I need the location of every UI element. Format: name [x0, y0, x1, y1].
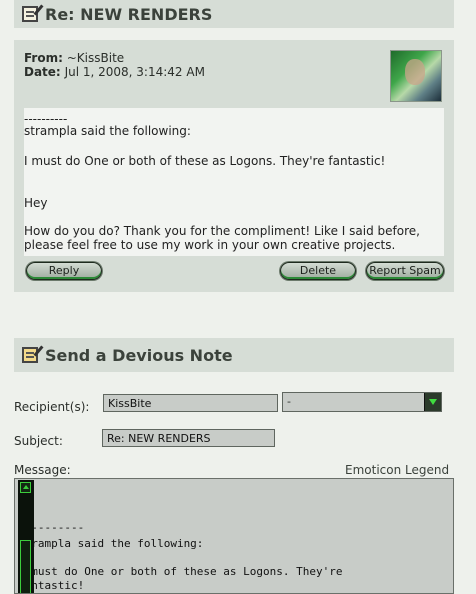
- emoticon-legend-link[interactable]: Emoticon Legend: [345, 463, 449, 477]
- body-line: Hey: [24, 196, 48, 210]
- from-row: From: ~KissBite: [24, 51, 124, 65]
- from-value[interactable]: ~KissBite: [67, 51, 124, 65]
- recipient-select[interactable]: -: [282, 392, 442, 412]
- from-label: From:: [24, 51, 63, 65]
- message-textarea[interactable]: ---------- strampla said the following: …: [14, 478, 454, 594]
- report-spam-button[interactable]: Report Spam: [366, 262, 444, 280]
- scrollbar[interactable]: [18, 480, 34, 593]
- date-label: Date:: [24, 65, 61, 79]
- chevron-down-icon[interactable]: [424, 393, 441, 411]
- scrollbar-thumb[interactable]: [20, 540, 31, 593]
- message-line: strampla said the following:: [18, 537, 204, 550]
- recipient-input[interactable]: KissBite: [103, 394, 278, 412]
- date-value: Jul 1, 2008, 3:14:42 AM: [64, 65, 205, 79]
- note-panel: From: ~KissBite Date: Jul 1, 2008, 3:14:…: [14, 40, 454, 292]
- body-line: How do you do? Thank you for the complim…: [24, 224, 420, 238]
- message-label: Message:: [14, 463, 71, 477]
- note-header: Re: NEW RENDERS: [14, 0, 454, 28]
- delete-button[interactable]: Delete: [280, 262, 356, 280]
- body-line: strampla said the following:: [24, 124, 191, 138]
- select-value: -: [287, 395, 291, 408]
- note-body: ---------- strampla said the following: …: [24, 108, 444, 256]
- subject-input[interactable]: Re: NEW RENDERS: [102, 429, 275, 447]
- subject-label: Subject:: [14, 434, 63, 448]
- recipient-label: Recipient(s):: [14, 400, 90, 414]
- avatar[interactable]: [390, 50, 442, 102]
- note-meta: From: ~KissBite Date: Jul 1, 2008, 3:14:…: [14, 40, 454, 108]
- send-note-title: Send a Devious Note: [45, 345, 233, 365]
- message-line: I must do One or both of these as Logons…: [18, 565, 343, 578]
- note-icon: [22, 6, 38, 22]
- scroll-up-icon[interactable]: [20, 482, 31, 493]
- body-line: I must do One or both of these as Logons…: [24, 154, 386, 168]
- send-note-header: Send a Devious Note: [14, 338, 454, 372]
- write-note-icon: [22, 347, 38, 363]
- note-title: Re: NEW RENDERS: [45, 4, 213, 24]
- body-line: please feel free to use my work in your …: [24, 238, 396, 252]
- reply-button[interactable]: Reply: [26, 262, 102, 280]
- date-row: Date: Jul 1, 2008, 3:14:42 AM: [24, 65, 205, 79]
